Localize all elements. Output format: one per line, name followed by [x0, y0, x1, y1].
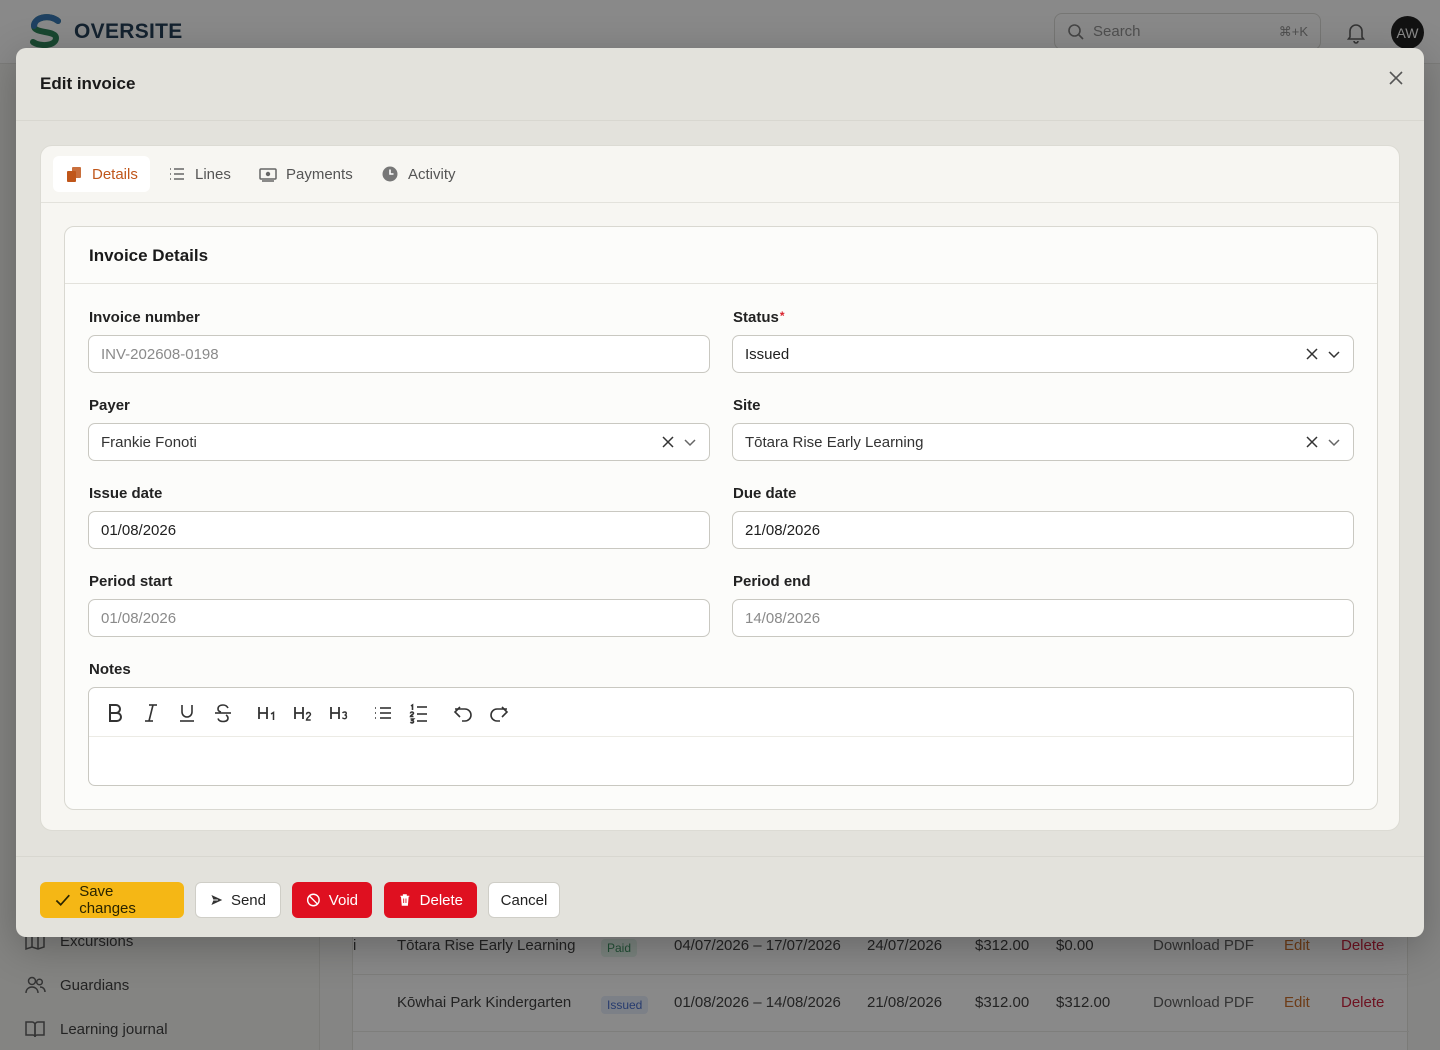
heading-3-icon: [330, 707, 348, 720]
save-changes-button[interactable]: Save changes: [40, 882, 184, 918]
modal-title: Edit invoice: [40, 74, 136, 93]
heading-1-button[interactable]: [255, 701, 279, 725]
bold-icon: [109, 704, 122, 722]
delete-label: Delete: [419, 891, 463, 909]
delete-button[interactable]: Delete: [384, 882, 477, 918]
issue-date-field[interactable]: 01/08/2026: [88, 511, 710, 549]
cancel-button[interactable]: Cancel: [488, 882, 560, 918]
period-end-label: Period end: [733, 573, 811, 590]
strikethrough-icon: [215, 704, 231, 723]
clear-icon[interactable]: [661, 435, 675, 449]
tab-activity[interactable]: Activity: [369, 156, 468, 192]
void-button[interactable]: Void: [292, 882, 372, 918]
chevron-down-icon[interactable]: [1327, 435, 1341, 449]
modal-footer: Save changes Send Void Delete Cancel: [16, 856, 1424, 937]
invoice-details-section: Invoice Details Invoice number INV-20260…: [64, 226, 1378, 810]
status-label-text: Status: [733, 309, 779, 326]
invoice-number-value: INV-202608-0198: [101, 345, 219, 363]
tab-label: Activity: [408, 165, 456, 183]
undo-icon: [453, 706, 472, 722]
money-icon: [259, 168, 277, 182]
period-start-label: Period start: [89, 573, 173, 590]
undo-button[interactable]: [451, 701, 475, 725]
chevron-down-icon[interactable]: [683, 435, 697, 449]
payer-label: Payer: [89, 397, 130, 414]
due-date-field[interactable]: 21/08/2026: [732, 511, 1354, 549]
clear-icon[interactable]: [1305, 435, 1319, 449]
heading-3-button[interactable]: [327, 701, 351, 725]
notes-label: Notes: [89, 661, 131, 678]
tab-payments[interactable]: Payments: [247, 156, 365, 192]
tab-label: Lines: [195, 165, 231, 183]
due-date-value: 21/08/2026: [745, 521, 821, 539]
site-value: Tōtara Rise Early Learning: [745, 433, 924, 451]
bullet-list-button[interactable]: [371, 701, 395, 725]
period-start-value: 01/08/2026: [101, 609, 177, 627]
ordered-list-icon: [409, 703, 427, 724]
status-value: Issued: [745, 345, 790, 363]
invoice-tabs-card: Details Lines Payments Activity Invoice …: [40, 145, 1400, 831]
send-label: Send: [230, 891, 266, 909]
modal-header: Edit invoice: [16, 48, 1424, 121]
period-end-field[interactable]: 14/08/2026: [732, 599, 1354, 637]
save-changes-label: Save changes: [79, 883, 136, 917]
payer-select[interactable]: Frankie Fonoti: [88, 423, 710, 461]
editor-toolbar: [89, 688, 1353, 737]
check-icon: [55, 894, 70, 907]
list-icon: [170, 168, 184, 180]
edit-invoice-modal: Edit invoice Details Lines Payments Acti…: [16, 48, 1424, 937]
issue-date-value: 01/08/2026: [101, 521, 177, 539]
invoice-number-field[interactable]: INV-202608-0198: [88, 335, 710, 373]
ban-icon: [306, 893, 320, 907]
tab-lines[interactable]: Lines: [156, 156, 243, 192]
period-end-value: 14/08/2026: [745, 609, 821, 627]
tab-label: Payments: [286, 165, 353, 183]
trash-icon: [400, 894, 410, 906]
period-start-field[interactable]: 01/08/2026: [88, 599, 710, 637]
tab-label: Details: [92, 165, 138, 183]
bold-button[interactable]: [103, 701, 127, 725]
strikethrough-button[interactable]: [211, 701, 235, 725]
notes-editor: [88, 687, 1354, 786]
underline-icon: [180, 705, 194, 722]
void-label: Void: [328, 891, 358, 909]
tab-bar: Details Lines Payments Activity: [41, 146, 1399, 203]
documents-icon: [67, 167, 81, 182]
send-icon: [211, 894, 223, 906]
site-select[interactable]: Tōtara Rise Early Learning: [732, 423, 1354, 461]
redo-icon: [490, 706, 509, 722]
italic-icon: [145, 704, 157, 722]
chevron-down-icon[interactable]: [1327, 347, 1341, 361]
notes-content[interactable]: [89, 737, 1353, 785]
site-label: Site: [733, 397, 761, 414]
bullet-list-icon: [375, 707, 391, 719]
clock-icon: [382, 166, 398, 182]
italic-button[interactable]: [139, 701, 163, 725]
section-header: Invoice Details: [65, 227, 1377, 284]
required-marker: *: [779, 309, 785, 323]
heading-1-icon: [258, 707, 275, 720]
invoice-number-label: Invoice number: [89, 309, 200, 326]
clear-icon[interactable]: [1305, 347, 1319, 361]
redo-button[interactable]: [487, 701, 511, 725]
status-label: Status*: [733, 309, 785, 326]
send-button[interactable]: Send: [195, 882, 281, 918]
due-date-label: Due date: [733, 485, 797, 502]
heading-2-icon: [294, 707, 312, 721]
tab-details[interactable]: Details: [53, 156, 150, 192]
status-select[interactable]: Issued: [732, 335, 1354, 373]
heading-2-button[interactable]: [291, 701, 315, 725]
payer-value: Frankie Fonoti: [101, 433, 197, 451]
issue-date-label: Issue date: [89, 485, 163, 502]
underline-button[interactable]: [175, 701, 199, 725]
cancel-label: Cancel: [500, 891, 548, 909]
ordered-list-button[interactable]: [407, 701, 431, 725]
section-title: Invoice Details: [89, 246, 209, 265]
close-icon[interactable]: [1386, 68, 1406, 88]
